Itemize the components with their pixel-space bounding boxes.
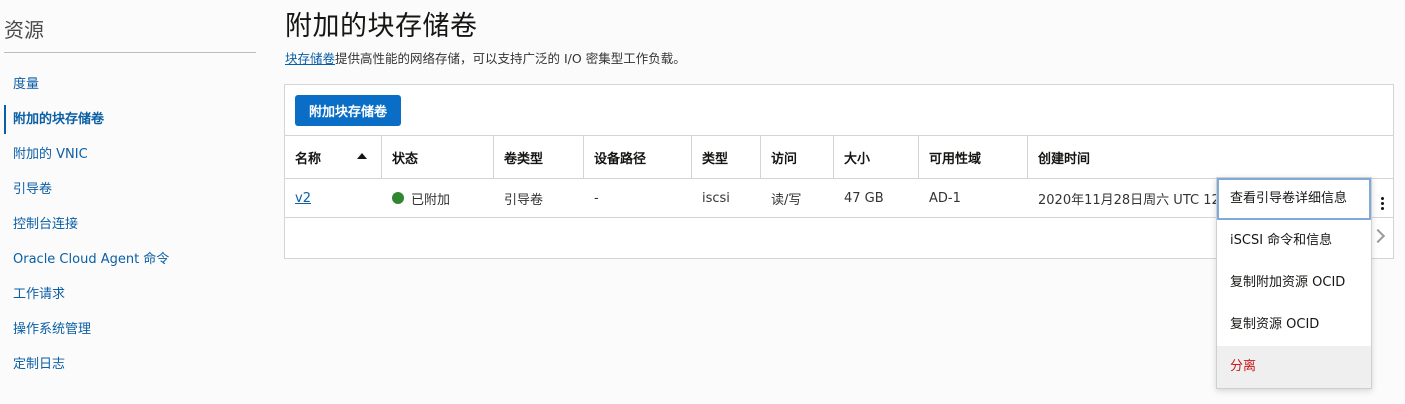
sidebar-divider bbox=[4, 52, 256, 53]
menu-item-copy-attachment-ocid[interactable]: 复制附加资源 OCID bbox=[1217, 262, 1371, 304]
chevron-right-icon[interactable] bbox=[1370, 228, 1386, 244]
sidebar-item-attached-block-volumes[interactable]: 附加的块存储卷 bbox=[0, 102, 258, 137]
cell-access: 读/写 bbox=[771, 192, 802, 208]
sidebar-item-os-management[interactable]: 操作系统管理 bbox=[0, 312, 258, 347]
cell-type: iscsi bbox=[702, 190, 730, 206]
menu-item-view-boot-volume-details[interactable]: 查看引导卷详细信息 bbox=[1217, 178, 1371, 220]
column-header-device-path: 设备路径 bbox=[584, 136, 692, 178]
page-title: 附加的块存储卷 bbox=[285, 11, 478, 42]
cell-availability-domain: AD-1 bbox=[929, 190, 961, 206]
volume-name-link[interactable]: v2 bbox=[295, 191, 311, 206]
sidebar-item-boot-volume[interactable]: 引导卷 bbox=[0, 172, 258, 207]
table-header: 名称 状态 卷类型 设备路径 类型 访问 大小 可用性域 创建时间 bbox=[285, 135, 1393, 178]
column-header-availability-domain: 可用性域 bbox=[919, 136, 1028, 178]
sidebar-list: 度量 附加的块存储卷 附加的 VNIC 引导卷 控制台连接 Oracle Clo… bbox=[0, 67, 258, 382]
sidebar-item-metrics[interactable]: 度量 bbox=[0, 67, 258, 102]
row-actions-menu: 查看引导卷详细信息 iSCSI 命令和信息 复制附加资源 OCID 复制资源 O… bbox=[1216, 177, 1372, 389]
sidebar-item-work-requests[interactable]: 工作请求 bbox=[0, 277, 258, 312]
column-header-label: 名称 bbox=[295, 151, 322, 167]
page-description: 块存储卷提供高性能的网络存储，可以支持广泛的 I/O 密集型工作负载。 bbox=[285, 48, 686, 67]
column-header-type: 类型 bbox=[692, 136, 761, 178]
resources-sidebar: 资源 度量 附加的块存储卷 附加的 VNIC 引导卷 控制台连接 Oracle … bbox=[0, 0, 258, 404]
kebab-menu-icon[interactable] bbox=[1371, 183, 1393, 223]
cell-volume-type: 引导卷 bbox=[504, 192, 544, 208]
menu-item-iscsi-commands[interactable]: iSCSI 命令和信息 bbox=[1217, 220, 1371, 262]
column-header-volume-type: 卷类型 bbox=[494, 136, 584, 178]
column-header-size: 大小 bbox=[834, 136, 919, 178]
menu-item-detach[interactable]: 分离 bbox=[1217, 346, 1371, 388]
status-text: 已附加 bbox=[411, 192, 451, 208]
column-header-name[interactable]: 名称 bbox=[285, 136, 382, 178]
sidebar-item-oracle-cloud-agent-commands[interactable]: Oracle Cloud Agent 命令 bbox=[0, 242, 258, 277]
sidebar-title: 资源 bbox=[4, 18, 44, 42]
column-header-access: 访问 bbox=[761, 136, 834, 178]
attach-block-volume-button[interactable]: 附加块存储卷 bbox=[295, 95, 401, 126]
menu-item-copy-resource-ocid[interactable]: 复制资源 OCID bbox=[1217, 304, 1371, 346]
cell-device-path: - bbox=[594, 190, 599, 206]
cell-created: 2020年11月28日周六 UTC 12 bbox=[1038, 192, 1218, 208]
column-header-created: 创建时间 bbox=[1038, 151, 1091, 167]
sidebar-item-console-connections[interactable]: 控制台连接 bbox=[0, 207, 258, 242]
status-dot-icon bbox=[392, 192, 404, 204]
block-volume-docs-link[interactable]: 块存储卷 bbox=[285, 51, 335, 66]
sort-ascending-icon[interactable] bbox=[357, 153, 367, 159]
sidebar-item-custom-logs[interactable]: 定制日志 bbox=[0, 347, 258, 382]
page-description-text: 提供高性能的网络存储，可以支持广泛的 I/O 密集型工作负载。 bbox=[335, 51, 686, 66]
sidebar-item-attached-vnics[interactable]: 附加的 VNIC bbox=[0, 137, 258, 172]
cell-size: 47 GB bbox=[844, 190, 884, 206]
column-header-status: 状态 bbox=[382, 136, 494, 178]
